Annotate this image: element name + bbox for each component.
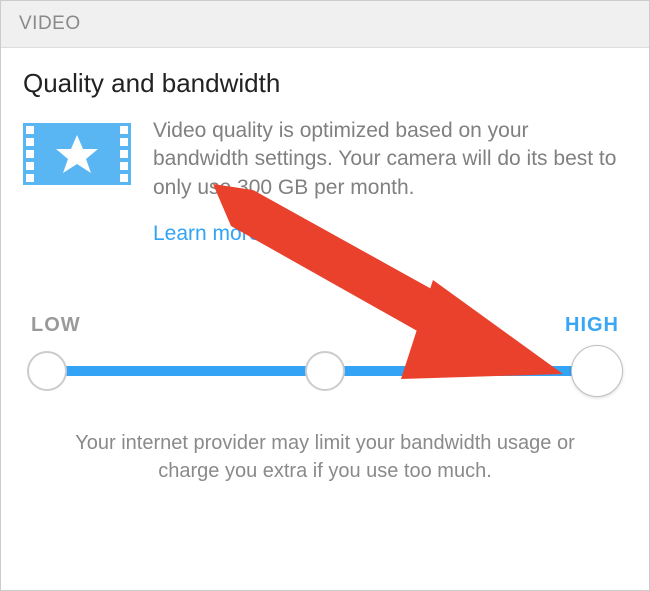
info-row: Video quality is optimized based on your… [23, 117, 627, 202]
chevron-right-icon: › [266, 222, 273, 245]
learn-more-label: Learn more [153, 222, 260, 245]
disclaimer-text: Your internet provider may limit your ba… [23, 399, 627, 485]
content-area: Quality and bandwidth Video quali [1, 48, 649, 485]
page-title: Quality and bandwidth [23, 68, 627, 99]
video-film-icon [23, 123, 131, 190]
slider-tick-mid[interactable] [305, 351, 345, 391]
slider-thumb[interactable] [571, 345, 623, 397]
learn-more-link[interactable]: Learn more › [153, 222, 273, 246]
section-header-label: VIDEO [19, 13, 81, 34]
section-header: VIDEO [1, 1, 649, 48]
quality-slider[interactable]: LOW HIGH [23, 314, 627, 399]
slider-track[interactable] [23, 343, 627, 399]
slider-label-low: LOW [31, 314, 81, 337]
slider-labels: LOW HIGH [23, 314, 627, 337]
slider-tick-low[interactable] [27, 351, 67, 391]
slider-label-high: HIGH [565, 314, 619, 337]
info-description: Video quality is optimized based on your… [153, 117, 627, 202]
